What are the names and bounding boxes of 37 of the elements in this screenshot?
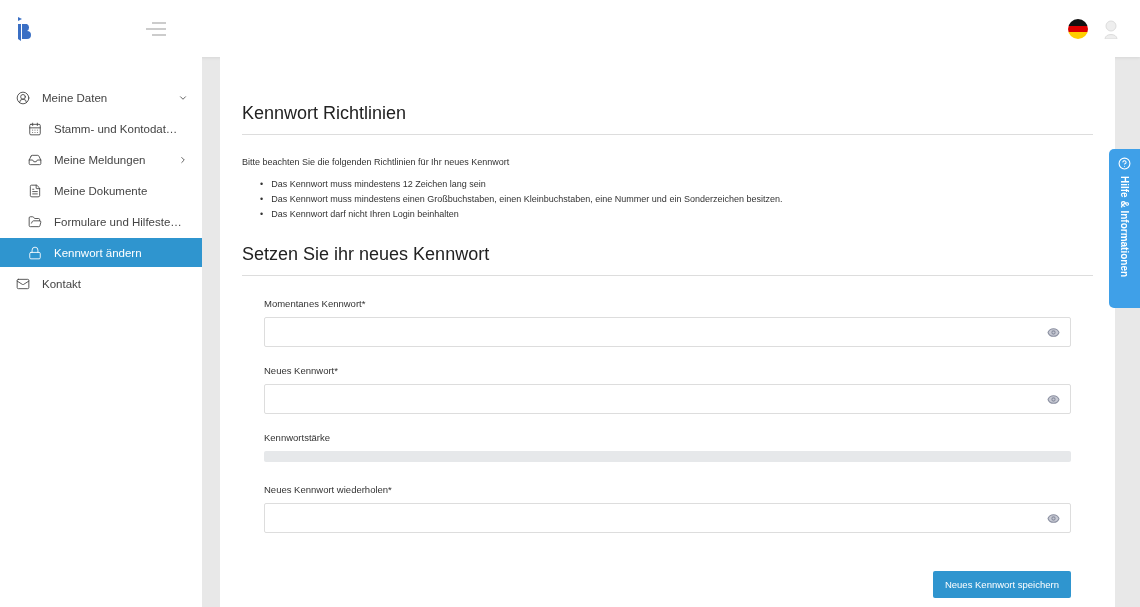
flag-icon[interactable] [1068, 18, 1088, 39]
section-heading: Kennwort Richtlinien [242, 103, 408, 125]
eye-icon [1047, 392, 1060, 406]
sidebar-item[interactable]: Formulare und Hilfeste… [0, 207, 202, 236]
bullet: • [260, 208, 264, 221]
field-label: Neues Kennwort wiederholen* [264, 484, 393, 495]
password-field[interactable] [264, 384, 1071, 414]
rule-text: Das Kennwort muss mindestens einen Großbuchstaben, einen Kleinbuchstaben, eine Nummer und ein Sonderzeichen besitzen. [271, 193, 783, 206]
sidebar-item[interactable]: Meine Daten [0, 83, 202, 112]
sidebar-item[interactable]: Meine Meldungen [0, 145, 202, 174]
help-icon [1118, 157, 1131, 170]
sidebar-item[interactable]: Stamm- und Kontodat… [0, 114, 202, 143]
intro-text: Bitte beachten Sie die folgenden Richtlinien für Ihr neues Kennwort [242, 157, 511, 167]
password-field[interactable] [264, 317, 1071, 347]
eye-icon [1047, 325, 1060, 339]
tray-icon [28, 152, 42, 167]
bullet: • [260, 178, 264, 191]
field-label: Momentanes Kennwort* [264, 298, 367, 309]
document-icon [28, 183, 42, 198]
menu-icon[interactable] [146, 21, 166, 36]
lock-icon [28, 245, 42, 260]
sidebar-item[interactable]: Kontakt [0, 269, 202, 298]
calendar-icon [28, 121, 42, 136]
rule-text: Das Kennwort darf nicht Ihren Login beinhalten [271, 208, 459, 221]
bullet: • [260, 193, 264, 206]
rule-text: Das Kennwort muss mindestens 12 Zeichen lang sein [271, 178, 486, 191]
user-icon [16, 90, 30, 105]
folder-icon [28, 214, 42, 229]
section-heading: Setzen Sie ihr neues Kennwort [242, 244, 491, 266]
avatar-icon[interactable] [1104, 18, 1118, 39]
field-label: Kennwortstärke [264, 432, 331, 443]
sidebar-item[interactable]: Meine Dokumente [0, 176, 202, 205]
password-field[interactable] [264, 503, 1071, 533]
field-label: Neues Kennwort* [264, 365, 339, 376]
eye-icon [1047, 511, 1060, 525]
logo-icon [18, 16, 32, 41]
mail-icon [16, 276, 30, 291]
